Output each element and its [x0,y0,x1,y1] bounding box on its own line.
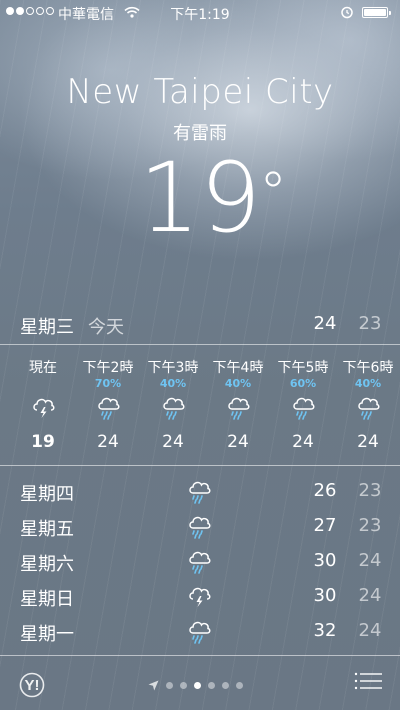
day-high: 30 [313,550,337,571]
bottom-toolbar: Y! [0,656,400,710]
daily-row: 星期六 30 24 [0,544,400,578]
daily-row: 星期五 27 23 [0,509,400,543]
rain-icon [186,618,212,649]
page-dot [180,682,187,689]
day-low: 23 [358,515,382,536]
hour-temp: 24 [162,432,184,452]
precip-chance: 40% [159,377,187,390]
alarm-clock-icon [340,5,354,23]
hour-temp: 24 [97,432,119,452]
day-high: 26 [313,480,337,501]
today-summary-row: 星期三 今天 24 23 [0,310,400,338]
thunderstorm-icon [31,394,55,424]
hour-temp: 19 [31,432,55,452]
daily-row: 星期四 26 23 [0,474,400,508]
thunderstorm-icon [186,583,212,614]
day-high: 32 [313,620,337,641]
hour-label: 下午4時 [212,360,264,376]
rain-icon [291,394,315,424]
location-arrow-icon [148,676,159,695]
divider-top [0,344,400,345]
yahoo-logo[interactable]: Y! [19,672,55,702]
battery-icon [362,7,391,18]
city-name: New Taipei City [66,72,334,112]
daily-row: 星期日 30 24 [0,579,400,613]
precip-chance: 40% [354,377,382,390]
day-name: 星期一 [20,624,74,645]
today-day: 星期三 [20,317,74,338]
page-dot [222,682,229,689]
rain-icon [186,548,212,579]
today-low: 23 [358,313,382,334]
rain-icon [161,394,185,424]
day-name: 星期日 [20,589,74,610]
rain-icon [96,394,120,424]
page-dot-active [194,682,201,689]
degree-symbol: ° [259,161,288,226]
current-temperature: 19 ° [0,150,400,246]
rain-icon [356,394,380,424]
precip-chance: 70% [94,377,122,390]
rain-icon [226,394,250,424]
rain-icon [186,513,212,544]
page-indicator[interactable] [148,676,243,695]
hour-label: 下午5時 [277,360,329,376]
hour-label: 下午3時 [147,360,199,376]
hour-label: 現在 [29,360,57,376]
page-dot [236,682,243,689]
current-temperature-value: 19 [138,142,262,254]
day-low: 24 [358,550,382,571]
hour-temp: 24 [292,432,314,452]
hour-label: 下午2時 [82,360,134,376]
precip-chance: 40% [224,377,252,390]
hour-label: 下午6時 [342,360,394,376]
day-high: 30 [313,585,337,606]
daily-row: 星期一 32 24 [0,614,400,648]
rain-icon [186,478,212,509]
list-icon[interactable] [354,672,382,694]
day-low: 24 [358,585,382,606]
day-low: 23 [358,480,382,501]
yahoo-logo-text: Y! [25,677,40,694]
hour-temp: 24 [357,432,379,452]
status-bar: 中華電信 下午1:19 [0,0,400,26]
today-label: 今天 [88,317,124,338]
day-low: 24 [358,620,382,641]
hour-temp: 24 [227,432,249,452]
day-name: 星期六 [20,554,74,575]
page-dot [166,682,173,689]
hourly-forecast[interactable]: 現在 19 下午2時 70% 24 下午3時 40% 24 下午4時 40% 2… [0,347,400,465]
precip-chance: 60% [289,377,317,390]
divider-middle [0,465,400,466]
day-high: 27 [313,515,337,536]
page-dot [208,682,215,689]
day-name: 星期四 [20,484,74,505]
day-name: 星期五 [20,519,74,540]
today-high: 24 [313,313,337,334]
